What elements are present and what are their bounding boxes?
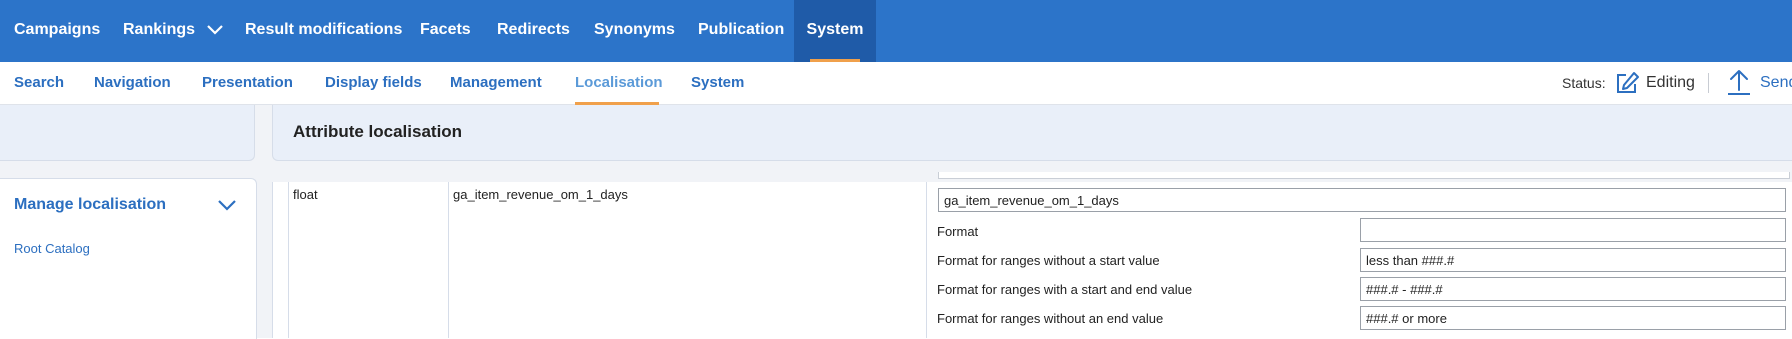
subnav-search[interactable]: Search xyxy=(14,62,64,104)
subnav-system[interactable]: System xyxy=(691,62,744,104)
main-header xyxy=(272,105,1792,161)
column-divider xyxy=(288,182,289,338)
format-start-end-label: Format for ranges with a start and end v… xyxy=(937,282,1193,297)
format-start-end-input[interactable] xyxy=(1360,277,1786,301)
status-label: Status: xyxy=(1562,75,1606,91)
sidebar-header xyxy=(0,105,255,161)
nav-rankings-label: Rankings xyxy=(123,21,196,38)
status-divider xyxy=(1708,73,1709,93)
chevron-down-icon xyxy=(207,24,224,35)
nav-campaigns[interactable]: Campaigns xyxy=(14,0,100,62)
status-value: Editing xyxy=(1646,74,1695,91)
subnav-management[interactable]: Management xyxy=(450,62,542,104)
top-nav: Campaigns Rankings Result modifications … xyxy=(0,0,1792,62)
attribute-type: float xyxy=(293,187,318,202)
previous-field-edge xyxy=(938,172,1790,179)
subnav-localisation[interactable]: Localisation xyxy=(575,62,663,105)
nav-system[interactable]: System xyxy=(794,0,876,62)
page-title: Attribute localisation xyxy=(293,122,463,141)
format-no-start-input[interactable] xyxy=(1360,248,1786,272)
subnav-navigation[interactable]: Navigation xyxy=(94,62,171,104)
subnav-display-fields[interactable]: Display fields xyxy=(325,62,422,104)
format-input[interactable] xyxy=(1360,218,1786,242)
nav-facets[interactable]: Facets xyxy=(420,0,471,62)
nav-rankings[interactable]: Rankings xyxy=(123,0,224,62)
sidebar-title[interactable]: Manage localisation xyxy=(14,196,166,214)
root-catalog-link[interactable]: Root Catalog xyxy=(14,241,90,256)
nav-redirects[interactable]: Redirects xyxy=(497,0,570,62)
column-divider xyxy=(926,182,927,338)
localised-name-input[interactable] xyxy=(938,188,1786,212)
chevron-down-icon[interactable] xyxy=(218,200,236,211)
column-divider xyxy=(448,182,449,338)
subnav-presentation[interactable]: Presentation xyxy=(202,62,293,104)
edit-icon[interactable] xyxy=(1614,70,1640,96)
upload-icon[interactable] xyxy=(1726,68,1752,96)
format-no-end-input[interactable] xyxy=(1360,306,1786,330)
format-label: Format xyxy=(937,224,979,239)
attribute-name: ga_item_revenue_om_1_days xyxy=(453,187,628,202)
nav-publication[interactable]: Publication xyxy=(698,0,784,62)
nav-result-modifications[interactable]: Result modifications xyxy=(245,0,402,62)
nav-synonyms[interactable]: Synonyms xyxy=(594,0,675,62)
format-no-start-label: Format for ranges without a start value xyxy=(937,253,1160,268)
sub-nav: Search Navigation Presentation Display f… xyxy=(0,62,1792,105)
send-button[interactable]: Send xyxy=(1760,62,1792,104)
format-no-end-label: Format for ranges without an end value xyxy=(937,311,1164,326)
